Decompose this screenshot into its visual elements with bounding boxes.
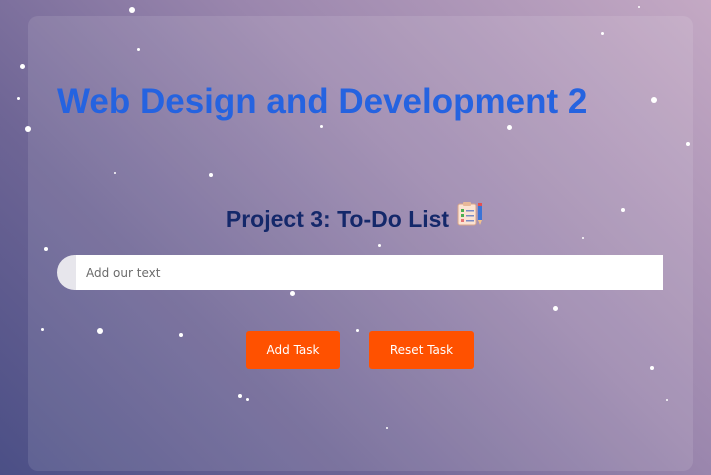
star	[20, 64, 25, 69]
add-task-button[interactable]: Add Task	[246, 331, 340, 369]
clipboard-checklist-icon	[455, 201, 485, 236]
project-heading-text: Project 3: To-Do List	[225, 206, 450, 232]
reset-task-button[interactable]: Reset Task	[369, 331, 474, 369]
star	[638, 6, 640, 8]
star	[17, 97, 20, 100]
star	[129, 7, 135, 13]
project-heading: Project 3: To-Do List	[0, 202, 711, 238]
task-input[interactable]	[76, 255, 663, 290]
course-title: Web Design and Development 2	[57, 82, 588, 121]
